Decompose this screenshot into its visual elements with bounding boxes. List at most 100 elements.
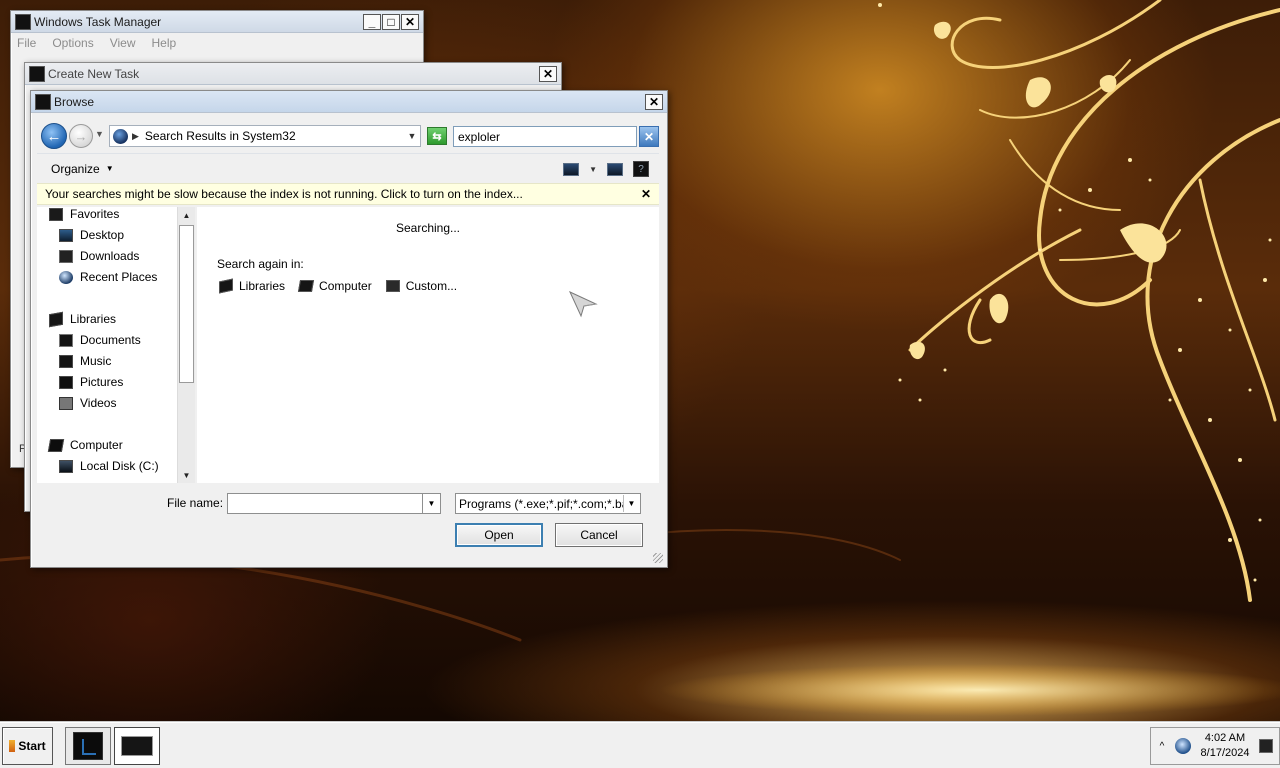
maximize-button[interactable]: □ [382, 13, 400, 30]
menu-view[interactable]: View [110, 36, 136, 50]
nav-item-desktop[interactable]: Desktop [59, 228, 124, 242]
nav-item-label: Desktop [80, 228, 125, 242]
back-button[interactable]: ← [41, 123, 67, 149]
search-again-label: Search again in: [217, 257, 304, 271]
search-again-custom[interactable]: Custom... [385, 279, 457, 293]
chevron-right-icon[interactable]: ▶ [132, 131, 139, 142]
run-icon [29, 65, 45, 82]
nav-item-label: Music [80, 354, 112, 368]
menu-options[interactable]: Options [52, 36, 93, 50]
create-task-titlebar[interactable]: Create New Task ✕ [25, 63, 561, 85]
address-location: Search Results in System32 [144, 129, 296, 143]
nav-pane-scrollbar[interactable]: ▲ ▼ [177, 207, 195, 483]
favorites-icon [49, 207, 63, 221]
close-button[interactable]: ✕ [539, 65, 557, 82]
file-type-select[interactable]: Programs (*.exe;*.pif;*.com;*.ba ▼ [455, 493, 641, 514]
browse-title: Browse [54, 94, 95, 109]
view-options-icon[interactable]: ▼ [589, 165, 597, 174]
recent-places-icon [59, 270, 73, 284]
menu-file[interactable]: File [17, 36, 36, 50]
nav-item-label: Recent Places [80, 270, 158, 284]
resize-grip[interactable] [653, 553, 663, 563]
chevron-down-icon: ▼ [105, 164, 114, 173]
minimize-button[interactable]: _ [363, 13, 381, 30]
results-pane: Searching... Search again in: Libraries … [197, 207, 659, 483]
open-button[interactable]: Open [455, 523, 543, 547]
refresh-button[interactable]: ⇆ [427, 127, 447, 145]
dialog-footer: File name: ▼ Programs (*.exe;*.pif;*.com… [37, 485, 659, 565]
nav-item-label: Pictures [80, 375, 124, 389]
nav-item-label: Videos [80, 396, 117, 410]
start-label: Start [18, 739, 46, 753]
link-label: Computer [319, 279, 372, 293]
create-task-title: Create New Task [48, 66, 140, 81]
browse-app-icon [35, 93, 51, 110]
taskbar-button-run[interactable] [114, 727, 160, 765]
navigation-pane: Favorites Desktop Downloads Recent Place… [37, 207, 195, 483]
scroll-thumb[interactable] [179, 225, 194, 383]
help-icon[interactable]: ? [633, 161, 649, 177]
forward-button[interactable]: → [69, 124, 93, 148]
task-manager-icon [15, 13, 31, 30]
show-desktop-icon[interactable] [1259, 739, 1273, 753]
nav-computer[interactable]: Computer [47, 438, 123, 452]
nav-item-recent-places[interactable]: Recent Places [59, 270, 157, 284]
cancel-button[interactable]: Cancel [555, 523, 643, 547]
recent-pages-dropdown[interactable]: ▼ [95, 129, 104, 139]
nav-item-label: Local Disk (C:) [80, 459, 159, 473]
start-button[interactable]: Start [2, 727, 53, 765]
close-button[interactable]: ✕ [645, 93, 663, 110]
infobar-text: Your searches might be slow because the … [45, 187, 523, 201]
task-manager-icon [73, 732, 103, 760]
search-again-libraries[interactable]: Libraries [219, 278, 285, 294]
downloads-icon [59, 249, 73, 263]
network-icon[interactable] [1175, 738, 1191, 754]
file-name-label: File name: [167, 496, 224, 510]
nav-item-documents[interactable]: Documents [59, 333, 141, 347]
close-icon[interactable]: ✕ [641, 187, 651, 201]
nav-libraries[interactable]: Libraries [49, 311, 116, 327]
organize-label: Organize [51, 161, 100, 176]
command-toolbar: Organize ▼ ▼ ? [37, 153, 659, 183]
system-tray: ^ 4:02 AM 8/17/2024 [1150, 727, 1280, 765]
index-infobar[interactable]: Your searches might be slow because the … [37, 183, 659, 205]
nav-item-downloads[interactable]: Downloads [59, 249, 139, 263]
browse-titlebar[interactable]: Browse ✕ [31, 91, 667, 113]
search-again-computer[interactable]: Computer [297, 279, 372, 293]
computer-icon [297, 280, 315, 292]
custom-location-icon [385, 280, 400, 292]
clock[interactable]: 4:02 AM 8/17/2024 [1191, 731, 1259, 761]
file-name-dropdown[interactable]: ▼ [423, 493, 441, 514]
task-manager-menubar: File Options View Help [11, 33, 423, 53]
search-results-icon [113, 128, 128, 144]
libraries-icon [49, 311, 63, 327]
nav-item-local-disk[interactable]: Local Disk (C:) [59, 459, 159, 473]
task-manager-titlebar[interactable]: Windows Task Manager _ □ ✕ [11, 11, 423, 33]
run-icon [121, 736, 153, 756]
nav-item-label: Downloads [80, 249, 140, 263]
organize-button[interactable]: Organize ▼ [51, 162, 114, 176]
nav-favorites[interactable]: Favorites [49, 207, 119, 221]
address-bar[interactable]: ▶ Search Results in System32 ▼ [109, 125, 421, 147]
desktop-icon [59, 228, 73, 242]
nav-item-pictures[interactable]: Pictures [59, 375, 123, 389]
clear-search-button[interactable]: ✕ [639, 126, 659, 147]
chevron-down-icon[interactable]: ▼ [623, 495, 639, 512]
mouse-cursor-icon [568, 290, 598, 318]
search-status: Searching... [395, 221, 461, 235]
nav-item-videos[interactable]: Videos [59, 396, 116, 410]
scroll-down-button[interactable]: ▼ [178, 467, 195, 483]
preview-pane-icon[interactable] [607, 162, 623, 176]
scroll-up-button[interactable]: ▲ [178, 207, 195, 223]
change-view-icon[interactable] [563, 162, 580, 176]
nav-item-music[interactable]: Music [59, 354, 111, 368]
address-dropdown[interactable]: ▼ [404, 131, 420, 141]
show-hidden-icons-icon[interactable]: ^ [1155, 741, 1169, 752]
close-button[interactable]: ✕ [401, 13, 419, 30]
file-name-input[interactable] [227, 493, 423, 514]
taskbar-button-task-manager[interactable] [65, 727, 111, 765]
menu-help[interactable]: Help [152, 36, 177, 50]
pictures-icon [59, 375, 73, 389]
search-input[interactable] [453, 126, 637, 147]
browse-dialog[interactable]: Browse ✕ ← → ▼ ▶ Search Results in Syste… [30, 90, 668, 568]
